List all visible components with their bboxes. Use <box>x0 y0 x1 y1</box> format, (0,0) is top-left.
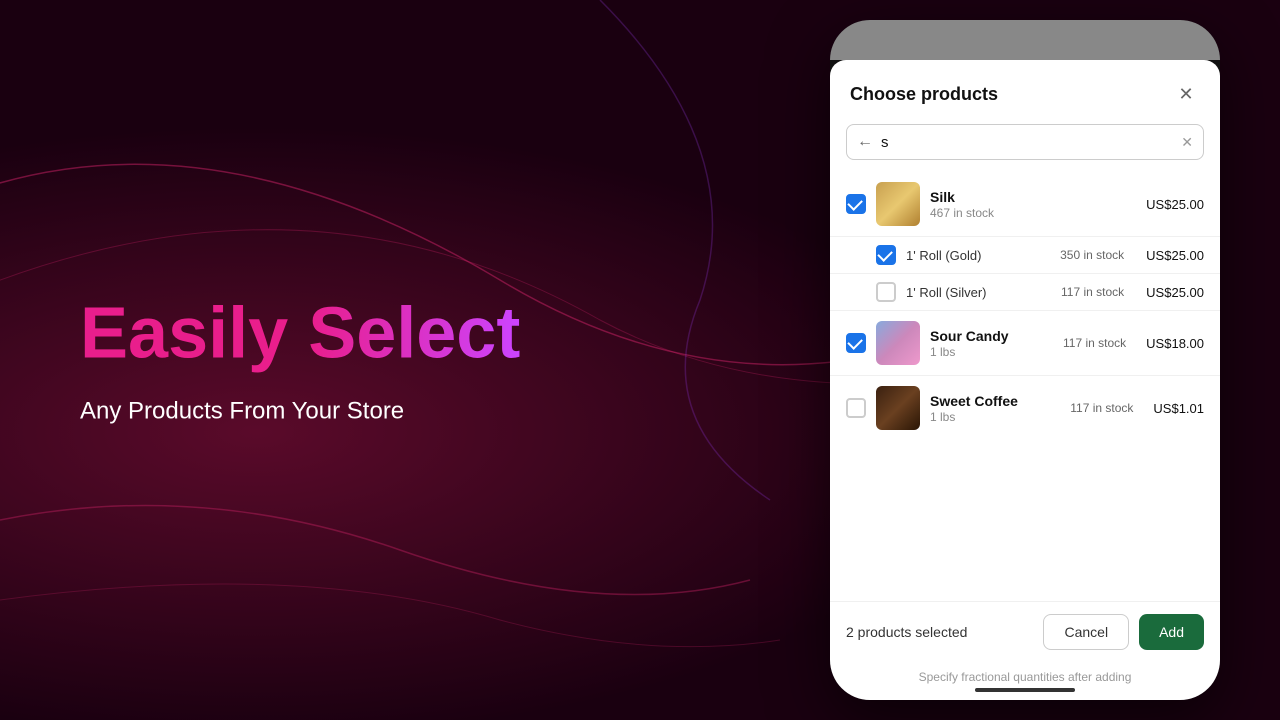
product-stock-sour-candy: 117 in stock <box>1063 336 1126 350</box>
variant-name-silk-silver: 1' Roll (Silver) <box>906 285 1051 300</box>
product-row-sweet-coffee: Sweet Coffee 1 lbs 117 in stock US$1.01 <box>830 376 1220 440</box>
close-button[interactable]: ✕ <box>1172 80 1200 108</box>
product-stock-sweet-coffee: 117 in stock <box>1070 401 1133 415</box>
back-icon[interactable]: ← <box>857 133 873 151</box>
modal-footer: 2 products selected Cancel Add <box>830 601 1220 662</box>
search-clear-icon[interactable]: ✕ <box>1181 134 1193 151</box>
product-price-sweet-coffee: US$1.01 <box>1153 401 1204 416</box>
search-bar: ← ✕ <box>846 124 1204 160</box>
variant-stock-silk-silver: 117 in stock <box>1061 285 1124 299</box>
add-button[interactable]: Add <box>1139 614 1204 650</box>
search-input[interactable] <box>881 134 1173 151</box>
product-thumb-candy <box>876 321 920 365</box>
product-row-silk: Silk 467 in stock US$25.00 <box>830 172 1220 237</box>
product-price-silk: US$25.00 <box>1146 197 1204 212</box>
product-thumb-silk <box>876 182 920 226</box>
phone: Choose products ✕ ← ✕ Silk 467 in stock <box>830 20 1220 700</box>
left-content: Easily Select Any Products From Your Sto… <box>80 294 520 425</box>
product-name-silk: Silk <box>930 189 1136 205</box>
modal-header: Choose products ✕ <box>830 60 1220 124</box>
product-thumb-coffee <box>876 386 920 430</box>
product-meta-sweet-coffee: 1 lbs <box>930 410 1060 424</box>
product-name-sour-candy: Sour Candy <box>930 328 1053 344</box>
product-info-sour-candy: Sour Candy 1 lbs <box>930 328 1053 359</box>
product-row-sour-candy: Sour Candy 1 lbs 117 in stock US$18.00 <box>830 311 1220 376</box>
product-right-sour-candy: 117 in stock US$18.00 <box>1063 336 1204 351</box>
phone-wrapper: Choose products ✕ ← ✕ Silk 467 in stock <box>830 0 1220 720</box>
product-right-sweet-coffee: 117 in stock US$1.01 <box>1070 401 1204 416</box>
headline: Easily Select <box>80 294 520 373</box>
checkbox-sweet-coffee[interactable] <box>846 398 866 418</box>
checkbox-sour-candy[interactable] <box>846 333 866 353</box>
checkbox-silk-silver[interactable] <box>876 282 896 302</box>
home-indicator <box>975 688 1075 692</box>
phone-top-bar <box>830 20 1220 60</box>
product-meta-sour-candy: 1 lbs <box>930 345 1053 359</box>
headline-word1: Easily <box>80 293 288 373</box>
modal-hint: Specify fractional quantities after addi… <box>830 662 1220 700</box>
variant-stock-silk-gold: 350 in stock <box>1060 248 1124 262</box>
product-right-silk: US$25.00 <box>1146 197 1204 212</box>
variant-name-silk-gold: 1' Roll (Gold) <box>906 248 1050 263</box>
selected-count: 2 products selected <box>846 624 967 640</box>
footer-buttons: Cancel Add <box>1043 614 1204 650</box>
product-name-sweet-coffee: Sweet Coffee <box>930 393 1060 409</box>
product-info-sweet-coffee: Sweet Coffee 1 lbs <box>930 393 1060 424</box>
variant-row-silk-gold: 1' Roll (Gold) 350 in stock US$25.00 <box>830 237 1220 274</box>
product-info-silk: Silk 467 in stock <box>930 189 1136 220</box>
product-price-sour-candy: US$18.00 <box>1146 336 1204 351</box>
variant-row-silk-silver: 1' Roll (Silver) 117 in stock US$25.00 <box>830 274 1220 311</box>
product-list: Silk 467 in stock US$25.00 1' Roll (Gold… <box>830 172 1220 601</box>
modal-title: Choose products <box>850 84 998 105</box>
checkbox-silk[interactable] <box>846 194 866 214</box>
checkbox-silk-gold[interactable] <box>876 245 896 265</box>
modal-container: Choose products ✕ ← ✕ Silk 467 in stock <box>830 60 1220 700</box>
headline-word2: Select <box>308 293 520 373</box>
subheadline: Any Products From Your Store <box>80 398 520 426</box>
product-meta-silk: 467 in stock <box>930 206 1136 220</box>
variant-price-silk-gold: US$25.00 <box>1146 248 1204 263</box>
variant-price-silk-silver: US$25.00 <box>1146 285 1204 300</box>
cancel-button[interactable]: Cancel <box>1043 614 1129 650</box>
